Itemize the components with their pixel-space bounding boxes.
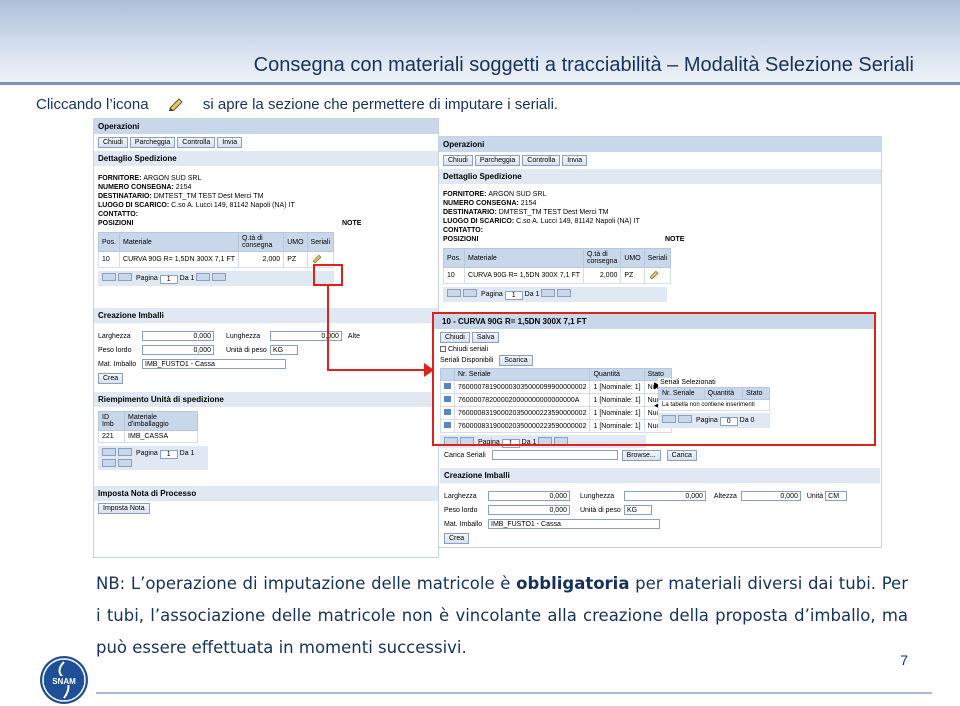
parcheggia-button[interactable]: Parcheggia (129, 137, 176, 148)
imposta-nota-button[interactable]: Imposta Nota (98, 503, 150, 514)
imballi-section-title: Creazione Imballi (94, 308, 438, 323)
destinatario-row: DESTINATARIO: DMTEST_TM TEST Dest Merci … (98, 193, 264, 200)
peso-row: Peso lordo 0,000 Unità di peso KG (94, 343, 438, 357)
detail-section-title: Dettaglio Spedizione (439, 169, 881, 184)
intro-text: Cliccando l’icona si apre la sezione che… (36, 96, 558, 113)
ops-toolbar: Chiudi Parcheggia Controlla Invia (439, 152, 881, 169)
larghezza-row: Larghezza 0,000 Lunghezza 0,000 Alte (98, 331, 360, 341)
unita-peso-select[interactable]: KG (623, 505, 652, 515)
contatto-row: CONTATTO: (98, 211, 139, 218)
table-row[interactable]: 221 IMB_CASSA (97, 430, 198, 443)
table-row[interactable]: 10 CURVA 90G R= 1,5DN 300X 7,1 FT 2,000 … (97, 251, 335, 268)
logo-text: SNAM (52, 677, 76, 686)
prev-page-button[interactable] (118, 273, 132, 281)
contatto-row: CONTATTO: (443, 227, 484, 234)
unita-peso-select[interactable]: KG (269, 345, 298, 355)
positions-table: Pos. Materiale Q.tà di consegna UMO Seri… (97, 232, 335, 268)
sap-screen-left: Operazioni Chiudi Parcheggia Controlla Invi… (93, 118, 439, 558)
highlight-connector-vertical (327, 286, 329, 371)
imballi-right: Creazione Imballi Larghezza 0,000 Lunghez… (440, 468, 880, 546)
intro-after: si apre la sezione che permettere di imp… (202, 96, 559, 113)
invia-button[interactable]: Invia (562, 155, 588, 166)
peso-input[interactable]: 0,000 (142, 345, 214, 355)
chiudi-button[interactable]: Chiudi (98, 137, 128, 148)
snam-logo: SNAM (40, 656, 88, 704)
slide-title: Consegna con materiali soggetti a tracci… (253, 54, 914, 76)
footer-line (96, 692, 932, 694)
chiudi-button[interactable]: Chiudi (443, 155, 473, 166)
posizioni-row: POSIZIONI NOTE (98, 220, 362, 227)
ops-header: Operazioni (439, 137, 881, 152)
mat-row: Mat. Imballo IMB_FUSTO1 - Cassa (440, 517, 880, 531)
positions-pager: Pagina 1 Da 1 (98, 271, 334, 286)
pencil-icon (168, 98, 183, 111)
peso-row: Peso lordo 0,000 Unità di peso KG (440, 503, 880, 517)
carica-seriali-row: Carica Seriali Browse... Carica (440, 448, 880, 463)
first-page-button[interactable] (102, 273, 116, 281)
page-input[interactable]: 1 (159, 275, 178, 284)
note-label: NOTE (342, 220, 362, 227)
next-page-button[interactable] (196, 273, 211, 281)
seriali-pencil-icon[interactable] (648, 270, 660, 280)
numero-row: NUMERO CONSEGNA: 2154 (443, 200, 537, 207)
last-page-button[interactable] (212, 273, 227, 281)
carica-button[interactable]: Carica (666, 450, 697, 461)
controlla-button[interactable]: Controlla (522, 155, 561, 166)
larghezza-input[interactable]: 0,000 (142, 331, 214, 341)
larghezza-row: Larghezza 0,000 Lunghezza 0,000 Altezza 0,0… (440, 489, 880, 503)
crea-button[interactable]: Crea (98, 373, 124, 384)
highlight-seriali-icon (313, 264, 343, 286)
highlight-connector-horizontal (327, 369, 431, 371)
peso-input[interactable]: 0,000 (488, 505, 570, 515)
riempimento-table: ID Imb Materiale d'imballaggio 221 IMB_CAS… (97, 411, 198, 443)
intro-before: Cliccando l’icona (36, 96, 149, 113)
browse-button[interactable]: Browse... (621, 450, 661, 461)
ops-toolbar: Chiudi Parcheggia Controlla Invia (94, 134, 438, 151)
seriali-pencil-icon[interactable] (311, 254, 323, 264)
title-banner: Consegna con materiali soggetti a tracci… (0, 0, 960, 82)
table-row[interactable]: 10 CURVA 90G R= 1,5DN 300X 7,1 FT 2,000 PZ (442, 267, 672, 284)
fornitore-row: FORNITORE: ARGON SUD SRL (98, 175, 202, 182)
positions-pager: Pagina 1 Da 1 (443, 287, 667, 302)
larghezza-input[interactable]: 0,000 (488, 491, 570, 501)
luogo-row: LUOGO DI SCARICO: C.so A. Lucci 149, 811… (443, 218, 640, 225)
note-paragraph: NB: L’operazione di imputazione delle ma… (96, 574, 908, 657)
mat-imballo-select[interactable]: IMB_FUSTO1 - Cassa (488, 519, 660, 529)
invia-button[interactable]: Invia (217, 137, 243, 148)
highlight-serial-panel (432, 312, 876, 446)
destinatario-row: DESTINATARIO: DMTEST_TM TEST Dest Merci … (443, 209, 609, 216)
title-divider (0, 82, 960, 85)
note-label: NOTE (665, 236, 685, 243)
detail-section-title: Dettaglio Spedizione (94, 151, 438, 166)
posizioni-row: POSIZIONI NOTE (443, 236, 685, 243)
lunghezza-input[interactable]: 0,000 (623, 491, 706, 501)
numero-row: NUMERO CONSEGNA: 2154 (98, 184, 192, 191)
note-bold: obbligatoria (516, 574, 630, 593)
altezza-input[interactable]: 0,000 (740, 491, 801, 501)
nota-section-title: Imposta Nota di Processo (94, 486, 438, 501)
riempimento-section-title: Riempimento Unità di spedizione (94, 392, 438, 407)
page-number: 7 (900, 652, 908, 668)
luogo-row: LUOGO DI SCARICO: C.so A. Lucci 149, 811… (98, 202, 295, 209)
riempimento-pager: Pagina 1 Da 1 (98, 446, 208, 470)
fornitore-row: FORNITORE: ARGON SUD SRL (443, 191, 547, 198)
lunghezza-input[interactable]: 0,000 (269, 331, 342, 341)
mat-imballo-select[interactable]: IMB_FUSTO1 - Cassa (142, 359, 286, 369)
file-input[interactable] (491, 450, 618, 461)
positions-table: Pos. Materiale Q.tà di consegna UMO Seriali … (442, 248, 672, 284)
unita-select[interactable]: CM (825, 491, 848, 501)
imballi-section-title: Creazione Imballi (440, 468, 880, 483)
controlla-button[interactable]: Controlla (177, 137, 216, 148)
crea-button[interactable]: Crea (444, 533, 470, 544)
ops-header: Operazioni (94, 119, 438, 134)
parcheggia-button[interactable]: Parcheggia (474, 155, 521, 166)
